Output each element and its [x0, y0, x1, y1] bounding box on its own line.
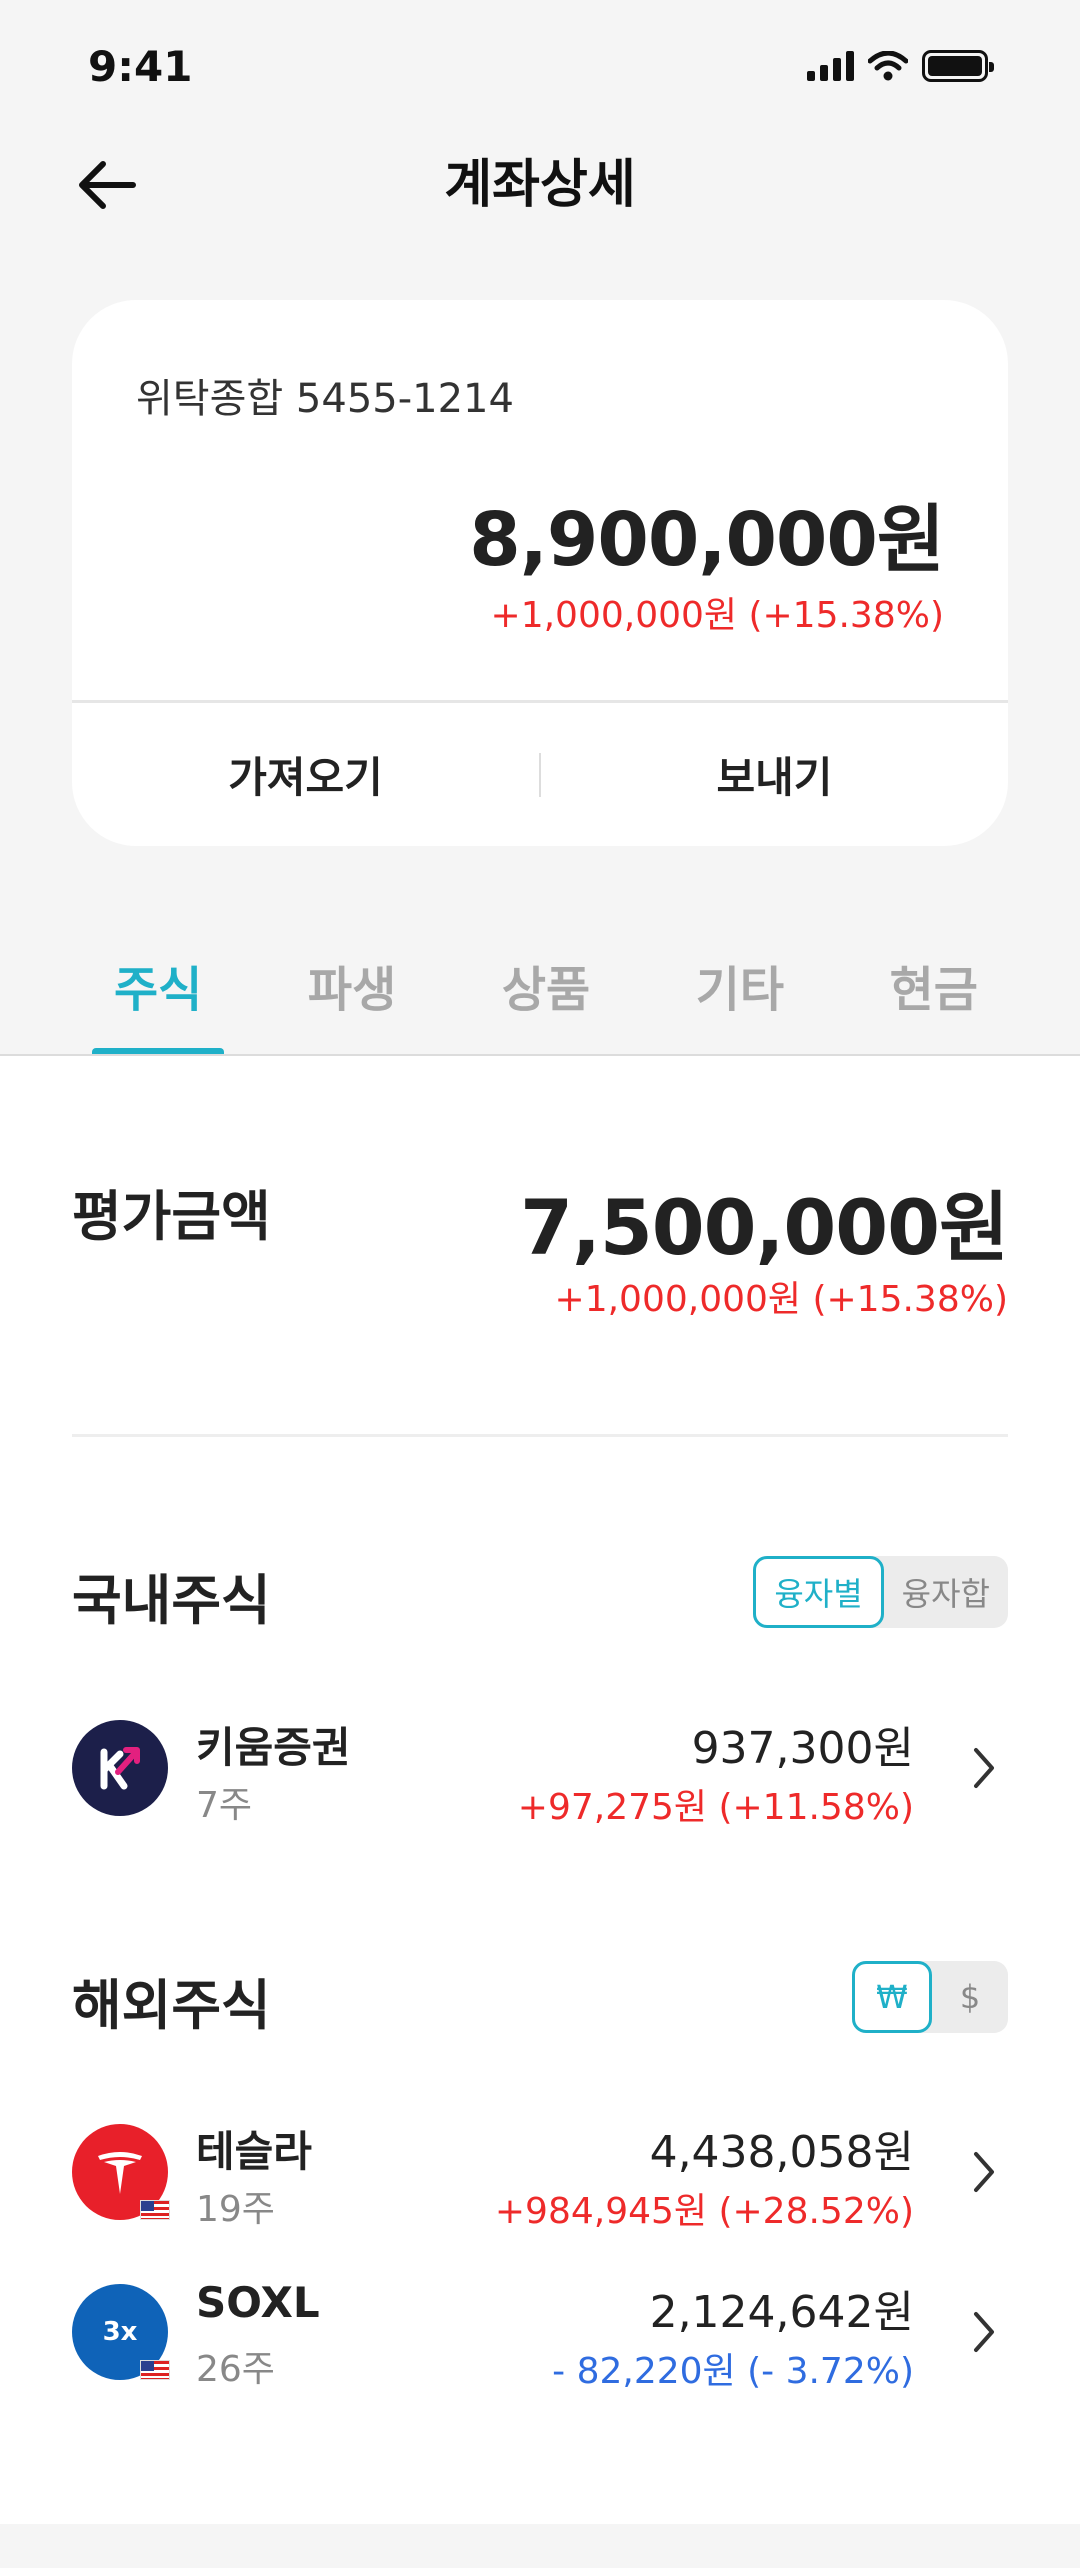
status-time: 9:41: [88, 42, 193, 91]
import-button[interactable]: 가져오기: [72, 744, 539, 805]
stock-value: 937,300원: [691, 1723, 914, 1774]
section-divider: [72, 1434, 1008, 1437]
account-change: +1,000,000원 (+15.38%): [490, 595, 944, 636]
evaluation-total: 7,500,000원: [520, 1183, 1009, 1272]
list-item[interactable]: 3x SOXL 26주 2,124,642원 - 82,220원 (- 3.72…: [72, 2272, 1008, 2392]
evaluation-change: +1,000,000원 (+15.38%): [554, 1279, 1008, 1320]
stock-value: 4,438,058원: [649, 2127, 914, 2178]
stock-name: SOXL: [196, 2278, 320, 2327]
status-icons: [807, 46, 994, 86]
page-title: 계좌상세: [444, 155, 636, 215]
account-card: 위탁종합 5455-1214 8,900,000원 +1,000,000원 (+…: [72, 300, 1008, 846]
list-item[interactable]: 키움증권 7주 937,300원 +97,275원 (+11.58%): [72, 1708, 1008, 1828]
asset-tabs: 주식 파생 상품 기타 현금: [72, 950, 1008, 1056]
evaluation-label: 평가금액: [72, 1185, 271, 1248]
us-flag-icon: [140, 2360, 170, 2380]
chevron-right-icon: [964, 2302, 1004, 2362]
tab-stocks[interactable]: 주식: [91, 950, 225, 1056]
tab-cash[interactable]: 현금: [880, 950, 988, 1056]
overseas-stocks-title: 해외주식: [72, 1974, 271, 2037]
stock-quantity: 26주: [196, 2349, 275, 2390]
chevron-right-icon: [964, 2142, 1004, 2202]
card-actions: 가져오기 보내기: [72, 703, 1008, 846]
toggle-usd[interactable]: $: [932, 1961, 1008, 2033]
domestic-stocks-title: 국내주식: [72, 1569, 271, 1632]
soxl-logo-text: 3x: [102, 2317, 138, 2347]
send-button[interactable]: 보내기: [541, 744, 1008, 805]
cellular-signal-icon: [807, 51, 854, 81]
list-item[interactable]: 테슬라 19주 4,438,058원 +984,945원 (+28.52%): [72, 2112, 1008, 2232]
tab-products[interactable]: 상품: [492, 950, 600, 1056]
stock-quantity: 7주: [196, 1785, 253, 1826]
chevron-right-icon: [964, 1738, 1004, 1798]
toggle-by-loan[interactable]: 융자별: [753, 1556, 884, 1628]
stock-change: +984,945원 (+28.52%): [494, 2191, 914, 2232]
wifi-icon: [868, 51, 908, 81]
account-total: 8,900,000원: [469, 497, 945, 583]
domestic-toggle: 융자별 융자합: [753, 1556, 1008, 1628]
battery-icon: [922, 50, 994, 82]
stocks-panel: 평가금액 7,500,000원 +1,000,000원 (+15.38%) 국내…: [0, 1056, 1080, 2524]
stock-quantity: 19주: [196, 2189, 275, 2230]
header: 계좌상세: [0, 130, 1080, 240]
stock-value: 2,124,642원: [649, 2287, 914, 2338]
status-bar: 9:41: [0, 0, 1080, 130]
toggle-loan-sum[interactable]: 융자합: [884, 1556, 1008, 1628]
stock-name: 테슬라: [196, 2127, 312, 2176]
toggle-krw[interactable]: ₩: [852, 1961, 932, 2033]
us-flag-icon: [140, 2200, 170, 2220]
stock-change: +97,275원 (+11.58%): [517, 1787, 914, 1828]
kiwoom-logo-icon: [72, 1720, 168, 1816]
currency-toggle: ₩ $: [852, 1961, 1008, 2033]
account-name: 위탁종합 5455-1214: [136, 376, 514, 422]
tab-others[interactable]: 기타: [686, 950, 794, 1056]
stock-name: 키움증권: [196, 1723, 351, 1772]
stock-change: - 82,220원 (- 3.72%): [552, 2351, 914, 2392]
tab-derivatives[interactable]: 파생: [298, 950, 406, 1056]
